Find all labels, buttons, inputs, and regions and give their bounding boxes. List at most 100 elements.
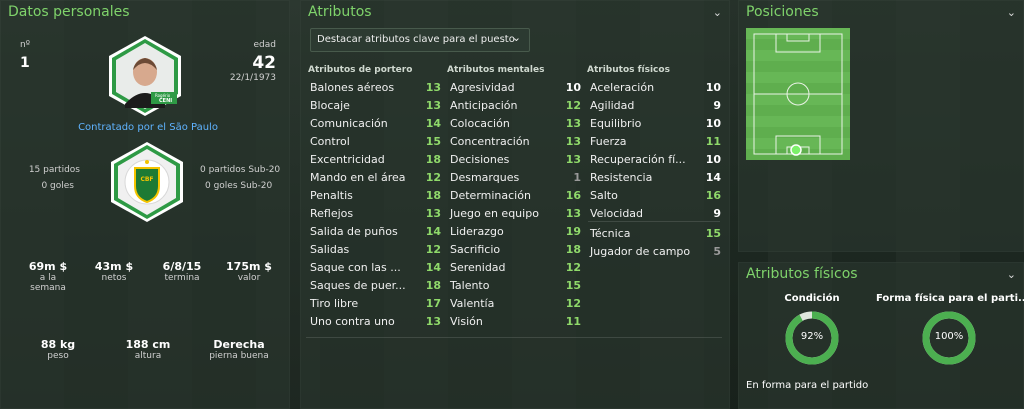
attribute-row[interactable]: Resistencia 14 <box>586 168 721 186</box>
age-label: edad <box>253 40 276 50</box>
stat-value: 6/8/15 <box>162 260 202 273</box>
attribute-row[interactable]: Jugador de campo 5 <box>586 242 721 260</box>
club-link[interactable]: Contratado por el São Paulo <box>0 122 296 133</box>
attribute-row[interactable]: Valentía 12 <box>446 294 581 312</box>
attribute-row[interactable]: Fuerza 11 <box>586 132 721 150</box>
height-value: 188 cm <box>125 338 171 351</box>
attribute-row[interactable]: Serenidad 12 <box>446 258 581 276</box>
stat-net: 43m $ netos <box>88 260 140 283</box>
stat-value: 175m $ <box>226 260 272 273</box>
attribute-name: Jugador de campo <box>590 245 691 258</box>
attribute-row[interactable]: Talento 15 <box>446 276 581 294</box>
attribute-row[interactable]: Técnica 15 <box>586 221 721 242</box>
attribute-row[interactable]: Aceleración 10 <box>586 78 721 96</box>
attribute-row[interactable]: Visión 11 <box>446 312 581 330</box>
attribute-row[interactable]: Excentricidad 18 <box>306 150 441 168</box>
attribute-name: Salidas <box>310 243 350 256</box>
attribute-row[interactable]: Decisiones 13 <box>446 150 581 168</box>
panel-title: Atributos físicos <box>746 266 858 282</box>
panel-title: Datos personales <box>8 4 130 20</box>
attribute-value: 14 <box>705 171 721 184</box>
weight: 88 kg peso <box>28 338 88 361</box>
height-label: altura <box>134 351 162 361</box>
weight-label: peso <box>47 351 69 361</box>
attribute-name: Técnica <box>590 227 631 240</box>
attribute-value: 10 <box>565 81 581 94</box>
attribute-value: 12 <box>565 297 581 310</box>
attribute-value: 18 <box>565 243 581 256</box>
attribute-value: 19 <box>565 225 581 238</box>
attribute-row[interactable]: Concentración 13 <box>446 132 581 150</box>
highlight-key-attributes-dropdown[interactable]: Destacar atributos clave para el puesto … <box>310 28 530 52</box>
attribute-name: Liderazgo <box>450 225 504 238</box>
attribute-name: Saques de puer... <box>310 279 406 292</box>
attribute-value: 9 <box>713 207 721 220</box>
goals-senior: 0 goles <box>41 181 74 191</box>
attribute-value: 14 <box>425 117 441 130</box>
attribute-name: Decisiones <box>450 153 510 166</box>
chevron-down-icon[interactable]: ⌄ <box>1007 268 1016 281</box>
stat-wage: 69m $ a la semana <box>22 260 74 293</box>
match-fitness-label: Forma física para el parti... <box>876 293 1024 304</box>
attribute-value: 13 <box>565 207 581 220</box>
attribute-value: 13 <box>425 207 441 220</box>
condition-ring: 92% <box>784 310 840 366</box>
attribute-name: Desmarques <box>450 171 520 184</box>
attribute-row[interactable]: Mando en el área 12 <box>306 168 441 186</box>
attribute-name: Talento <box>450 279 490 292</box>
attribute-row[interactable]: Agresividad 10 <box>446 78 581 96</box>
attribute-name: Valentía <box>450 297 495 310</box>
attribute-row[interactable]: Control 15 <box>306 132 441 150</box>
attribute-row[interactable]: Reflejos 13 <box>306 204 441 222</box>
attribute-name: Recuperación fí... <box>590 153 686 166</box>
attribute-row[interactable]: Recuperación fí... 10 <box>586 150 721 168</box>
match-fitness-ring: 100% <box>921 310 977 366</box>
attribute-row[interactable]: Salidas 12 <box>306 240 441 258</box>
attribute-row[interactable]: Comunicación 14 <box>306 114 441 132</box>
attribute-value: 12 <box>565 99 581 112</box>
attribute-row[interactable]: Colocación 13 <box>446 114 581 132</box>
attribute-name: Fuerza <box>590 135 627 148</box>
attribute-name: Reflejos <box>310 207 354 220</box>
chevron-down-icon[interactable]: ⌄ <box>713 6 722 19</box>
attribute-name: Uno contra uno <box>310 315 395 328</box>
attribute-value: 13 <box>425 99 441 112</box>
attribute-row[interactable]: Anticipación 12 <box>446 96 581 114</box>
attribute-row[interactable]: Velocidad 9 <box>586 204 721 222</box>
attribute-value: 12 <box>565 261 581 274</box>
attribute-value: 13 <box>425 81 441 94</box>
foot-value: Derecha <box>213 338 265 351</box>
stat-expires: 6/8/15 termina <box>154 260 210 283</box>
attribute-row[interactable]: Desmarques 1 <box>446 168 581 186</box>
attribute-row[interactable]: Liderazgo 19 <box>446 222 581 240</box>
cbf-badge-icon: CBF <box>105 140 189 224</box>
attribute-row[interactable]: Salida de puños 14 <box>306 222 441 240</box>
attribute-row[interactable]: Uno contra uno 13 <box>306 312 441 330</box>
attribute-row[interactable]: Juego en equipo 13 <box>446 204 581 222</box>
attribute-row[interactable]: Saques de puer... 18 <box>306 276 441 294</box>
attribute-value: 10 <box>705 81 721 94</box>
attribute-row[interactable]: Saque con las ... 14 <box>306 258 441 276</box>
attribute-row[interactable]: Agilidad 9 <box>586 96 721 114</box>
attribute-name: Agilidad <box>590 99 635 112</box>
attribute-row[interactable]: Tiro libre 17 <box>306 294 441 312</box>
attribute-name: Equilibrio <box>590 117 642 130</box>
attribute-row[interactable]: Salto 16 <box>586 186 721 204</box>
attribute-row[interactable]: Equilibrio 10 <box>586 114 721 132</box>
player-photo: Rogério CENI <box>103 34 187 118</box>
stat-label: termina <box>164 273 200 283</box>
chevron-down-icon[interactable]: ⌄ <box>1007 6 1016 19</box>
attribute-row[interactable]: Determinación 16 <box>446 186 581 204</box>
attribute-value: 18 <box>425 189 441 202</box>
divider <box>306 337 722 338</box>
attribute-name: Agresividad <box>450 81 515 94</box>
attribute-name: Determinación <box>450 189 531 202</box>
attribute-row[interactable]: Penaltis 18 <box>306 186 441 204</box>
caps-senior: 15 partidos <box>28 165 80 175</box>
attribute-row[interactable]: Balones aéreos 13 <box>306 78 441 96</box>
attribute-row[interactable]: Sacrificio 18 <box>446 240 581 258</box>
attribute-row[interactable]: Blocaje 13 <box>306 96 441 114</box>
attribute-name: Tiro libre <box>310 297 359 310</box>
fitness-status: En forma para el partido <box>746 380 869 391</box>
stat-value-market: 175m $ valor <box>220 260 278 283</box>
